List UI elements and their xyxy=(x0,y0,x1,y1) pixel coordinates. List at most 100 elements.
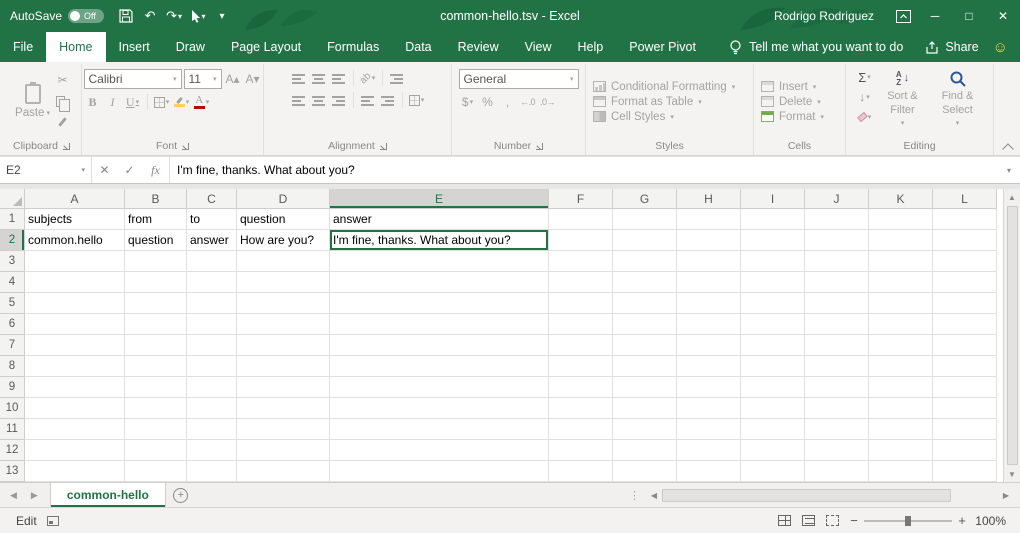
ribbon-tab-page-layout[interactable]: Page Layout xyxy=(218,32,314,62)
cell-D10[interactable] xyxy=(237,398,330,419)
increase-indent-button[interactable] xyxy=(379,91,397,109)
cell-A11[interactable] xyxy=(25,419,125,440)
cell-J8[interactable] xyxy=(805,356,869,377)
cell-F7[interactable] xyxy=(549,335,613,356)
cell-F8[interactable] xyxy=(549,356,613,377)
cell-J5[interactable] xyxy=(805,293,869,314)
cell-styles-button[interactable]: Cell Styles ▾ xyxy=(593,111,750,123)
cell-K9[interactable] xyxy=(869,377,933,398)
cell-E9[interactable] xyxy=(330,377,549,398)
cell-F13[interactable] xyxy=(549,461,613,482)
cell-I7[interactable] xyxy=(741,335,805,356)
format-cells-button[interactable]: Format ▾ xyxy=(761,111,842,123)
cell-I10[interactable] xyxy=(741,398,805,419)
zoom-in-button[interactable]: + xyxy=(952,513,972,528)
percent-style-button[interactable]: % xyxy=(479,93,497,111)
cell-L12[interactable] xyxy=(933,440,997,461)
cell-J6[interactable] xyxy=(805,314,869,335)
cell-A7[interactable] xyxy=(25,335,125,356)
cell-L11[interactable] xyxy=(933,419,997,440)
cell-G9[interactable] xyxy=(613,377,677,398)
cell-F3[interactable] xyxy=(549,251,613,272)
cell-I12[interactable] xyxy=(741,440,805,461)
zoom-out-button[interactable]: − xyxy=(844,513,864,528)
scroll-left-arrow[interactable]: ◀ xyxy=(646,491,662,500)
cell-C10[interactable] xyxy=(187,398,237,419)
column-header-F[interactable]: F xyxy=(549,189,613,209)
cell-I6[interactable] xyxy=(741,314,805,335)
cell-B7[interactable] xyxy=(125,335,187,356)
ribbon-tab-review[interactable]: Review xyxy=(445,32,512,62)
borders-button[interactable]: ▾ xyxy=(153,93,171,111)
cell-E12[interactable] xyxy=(330,440,549,461)
autosum-button[interactable]: Σ▾ xyxy=(856,68,874,86)
delete-cells-button[interactable]: Delete ▾ xyxy=(761,96,842,108)
format-painter-button[interactable] xyxy=(54,113,72,131)
ribbon-tab-data[interactable]: Data xyxy=(392,32,444,62)
comma-style-button[interactable]: , xyxy=(499,93,517,111)
increase-font-size-button[interactable]: A▴ xyxy=(224,70,242,88)
cell-C12[interactable] xyxy=(187,440,237,461)
collapse-ribbon-button[interactable] xyxy=(1004,142,1012,150)
page-layout-view-button[interactable] xyxy=(796,508,820,533)
cell-E1[interactable]: answer xyxy=(330,209,549,230)
macro-recording-icon[interactable] xyxy=(47,516,59,526)
cell-G1[interactable] xyxy=(613,209,677,230)
cell-K7[interactable] xyxy=(869,335,933,356)
cell-I3[interactable] xyxy=(741,251,805,272)
paste-button[interactable]: Paste ▾ xyxy=(12,66,54,137)
cell-D11[interactable] xyxy=(237,419,330,440)
align-center-button[interactable] xyxy=(310,91,328,109)
confirm-entry-button[interactable]: ✓ xyxy=(117,157,142,183)
cell-C5[interactable] xyxy=(187,293,237,314)
cell-H8[interactable] xyxy=(677,356,741,377)
tell-me-box[interactable]: Tell me what you want to do xyxy=(719,40,913,55)
cell-C11[interactable] xyxy=(187,419,237,440)
cell-C3[interactable] xyxy=(187,251,237,272)
cell-G10[interactable] xyxy=(613,398,677,419)
cell-H13[interactable] xyxy=(677,461,741,482)
cell-A12[interactable] xyxy=(25,440,125,461)
dialog-launcher-icon[interactable] xyxy=(63,143,70,150)
cell-F6[interactable] xyxy=(549,314,613,335)
cell-E13[interactable] xyxy=(330,461,549,482)
undo-button[interactable]: ↶ xyxy=(140,4,160,28)
cell-D1[interactable]: question xyxy=(237,209,330,230)
cell-J13[interactable] xyxy=(805,461,869,482)
column-header-E[interactable]: E xyxy=(330,189,549,209)
merge-center-button[interactable]: ▾ xyxy=(408,91,426,109)
name-box[interactable]: E2 ▾ xyxy=(0,157,92,183)
cell-E2[interactable]: I'm fine, thanks. What about you? xyxy=(330,230,549,251)
row-header-10[interactable]: 10 xyxy=(0,398,25,419)
cell-J4[interactable] xyxy=(805,272,869,293)
cell-E6[interactable] xyxy=(330,314,549,335)
cell-I8[interactable] xyxy=(741,356,805,377)
copy-button[interactable]: ▾ xyxy=(54,92,72,110)
cell-F10[interactable] xyxy=(549,398,613,419)
cell-B3[interactable] xyxy=(125,251,187,272)
cell-K6[interactable] xyxy=(869,314,933,335)
cell-K11[interactable] xyxy=(869,419,933,440)
cell-A9[interactable] xyxy=(25,377,125,398)
cell-D7[interactable] xyxy=(237,335,330,356)
decrease-font-size-button[interactable]: A▾ xyxy=(244,70,262,88)
save-button[interactable] xyxy=(116,4,136,28)
cell-A6[interactable] xyxy=(25,314,125,335)
cell-A2[interactable]: common.hello xyxy=(25,230,125,251)
ribbon-tab-home[interactable]: Home xyxy=(46,32,105,62)
cell-E7[interactable] xyxy=(330,335,549,356)
cell-K12[interactable] xyxy=(869,440,933,461)
row-header-9[interactable]: 9 xyxy=(0,377,25,398)
find-select-button[interactable]: Find & Select ▾ xyxy=(932,66,984,137)
cell-A1[interactable]: subjects xyxy=(25,209,125,230)
column-header-L[interactable]: L xyxy=(933,189,997,209)
cell-G13[interactable] xyxy=(613,461,677,482)
cell-B6[interactable] xyxy=(125,314,187,335)
cell-H3[interactable] xyxy=(677,251,741,272)
tab-scrollbar-splitter[interactable]: ⋮ xyxy=(623,483,646,507)
cell-B10[interactable] xyxy=(125,398,187,419)
underline-button[interactable]: U▾ xyxy=(124,93,142,111)
cell-I1[interactable] xyxy=(741,209,805,230)
cell-L2[interactable] xyxy=(933,230,997,251)
column-header-B[interactable]: B xyxy=(125,189,187,209)
